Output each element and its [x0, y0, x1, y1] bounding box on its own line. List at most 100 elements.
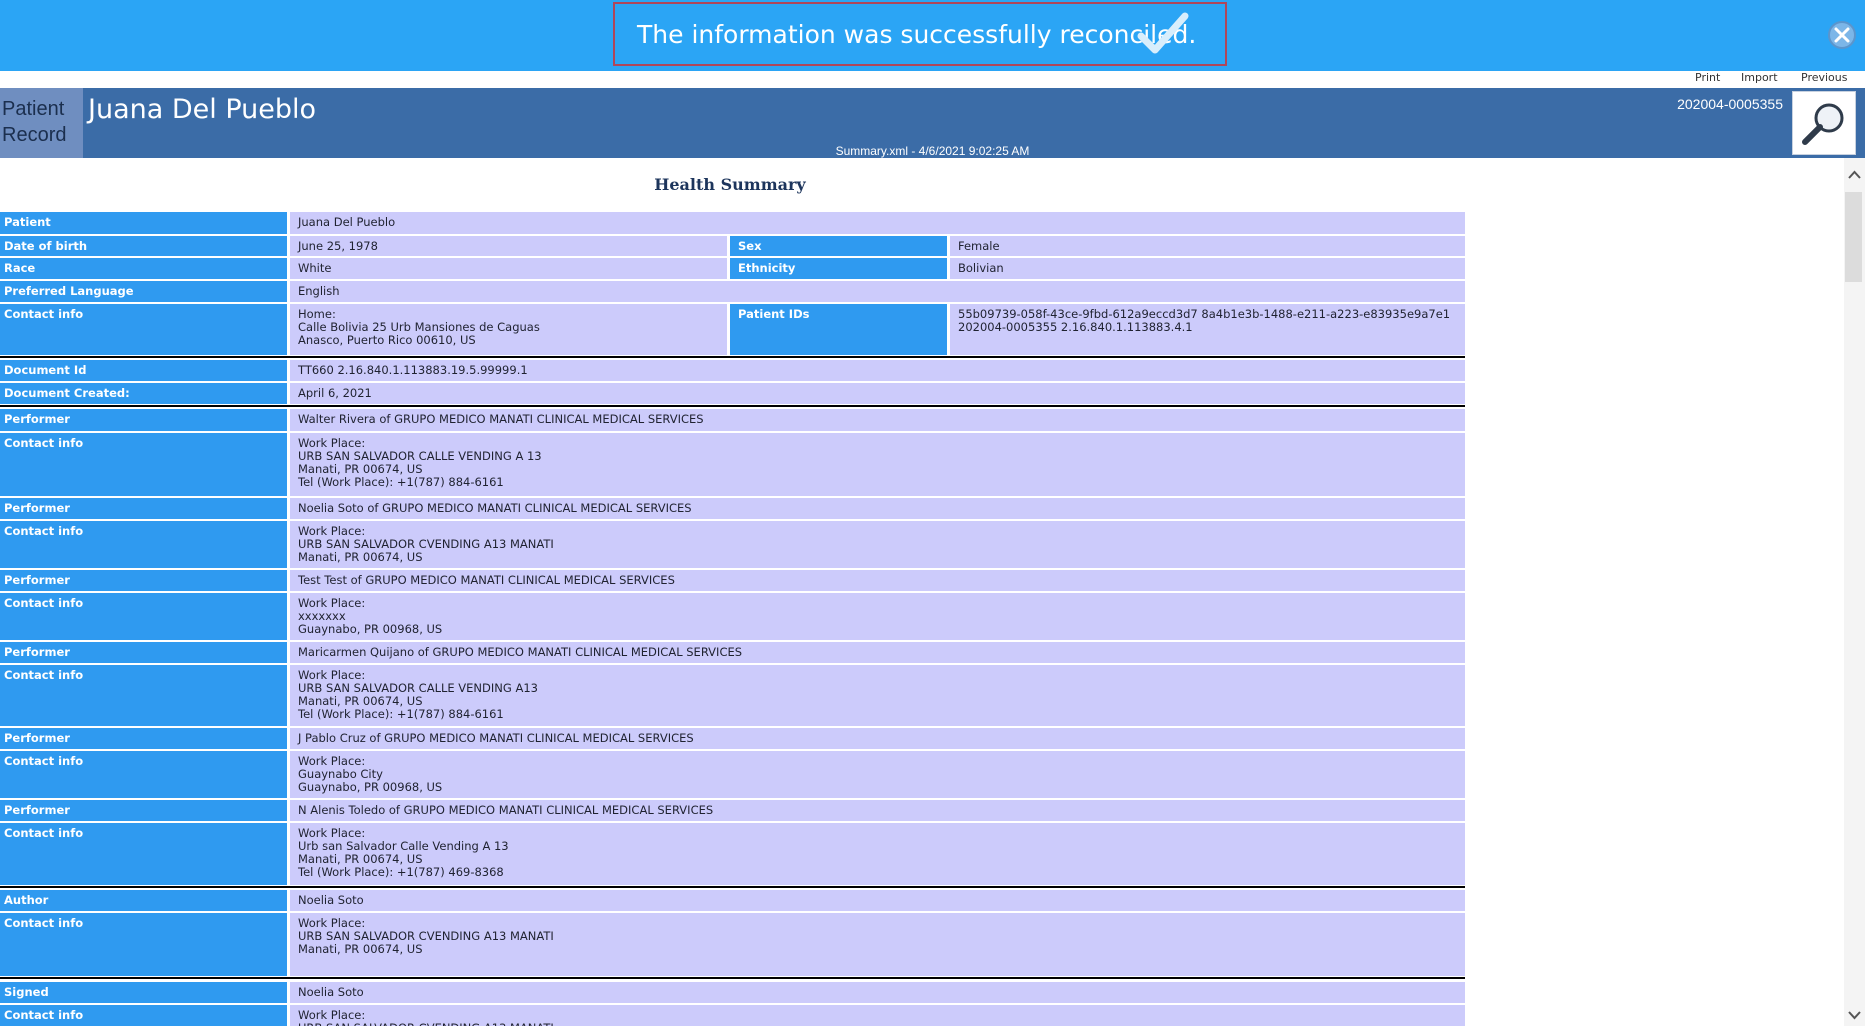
notification-message: The information was successfully reconci…: [637, 20, 1197, 49]
field-value: Work Place: URB SAN SALVADOR CALLE VENDI…: [290, 433, 1465, 496]
table-row: Contact info Home: Calle Bolivia 25 Urb …: [0, 304, 1465, 355]
field-value: Work Place: URB SAN SALVADOR CVENDING A1…: [290, 521, 1465, 568]
table-row: Date of birth June 25, 1978 Sex Female: [0, 236, 1465, 256]
table-row: Contact info Work Place: URB SAN SALVADO…: [0, 913, 1465, 976]
field-label: Contact info: [0, 1005, 287, 1026]
table-row: Performer Test Test of GRUPO MEDICO MANA…: [0, 570, 1465, 591]
patient-name: Juana Del Pueblo: [88, 94, 317, 125]
file-info: Summary.xml - 4/6/2021 9:02:25 AM: [835, 144, 1030, 158]
field-label: Author: [0, 890, 287, 911]
field-label: Performer: [0, 800, 287, 821]
table-row: Document Id TT660 2.16.840.1.113883.19.5…: [0, 360, 1465, 381]
field-label: Race: [0, 258, 287, 279]
table-row: Patient Juana Del Pueblo: [0, 212, 1465, 234]
field-label: Date of birth: [0, 236, 287, 256]
table-row: Performer Noelia Soto of GRUPO MEDICO MA…: [0, 498, 1465, 519]
field-value: Bolivian: [950, 258, 1465, 279]
table-row: Contact info Work Place: URB SAN SALVADO…: [0, 433, 1465, 496]
field-value: Noelia Soto of GRUPO MEDICO MANATI CLINI…: [290, 498, 1465, 519]
previous-button[interactable]: Previous: [1801, 71, 1848, 84]
field-label: Contact info: [0, 913, 287, 976]
table-row: Contact info Work Place: Guaynabo City G…: [0, 751, 1465, 798]
scroll-down-icon[interactable]: [1844, 1008, 1865, 1022]
field-value: Home: Calle Bolivia 25 Urb Mansiones de …: [290, 304, 727, 355]
section-divider: [0, 886, 1465, 888]
table-row: Contact info Work Place: Urb san Salvado…: [0, 823, 1465, 885]
field-value: 55b09739-058f-43ce-9fbd-612a9eccd3d7 8a4…: [950, 304, 1465, 355]
field-label: Patient IDs: [730, 304, 947, 355]
field-value: Work Place: Guaynabo City Guaynabo, PR 0…: [290, 751, 1465, 798]
table-row: Race White Ethnicity Bolivian: [0, 258, 1465, 279]
field-value: Walter Rivera of GRUPO MEDICO MANATI CLI…: [290, 409, 1465, 431]
scrollbar-thumb[interactable]: [1845, 192, 1862, 282]
field-label: Performer: [0, 728, 287, 749]
field-label: Contact info: [0, 665, 287, 726]
field-value: Work Place: Urb san Salvador Calle Vendi…: [290, 823, 1465, 885]
field-value: Juana Del Pueblo: [290, 212, 1465, 234]
section-divider: [0, 405, 1465, 407]
field-label: Document Id: [0, 360, 287, 381]
table-row: Contact info Work Place: xxxxxxx Guaynab…: [0, 593, 1465, 640]
field-value: June 25, 1978: [290, 236, 727, 256]
field-label: Performer: [0, 498, 287, 519]
table-row: Document Created: April 6, 2021: [0, 383, 1465, 404]
table-row: Contact info Work Place: URB SAN SALVADO…: [0, 521, 1465, 568]
field-value: Noelia Soto: [290, 982, 1465, 1003]
field-value: White: [290, 258, 727, 279]
table-row: Preferred Language English: [0, 281, 1465, 302]
field-label: Contact info: [0, 751, 287, 798]
summary-title: Health Summary: [654, 175, 806, 194]
field-label: Contact info: [0, 593, 287, 640]
health-summary-document: Health Summary Patient Juana Del Pueblo …: [0, 158, 1844, 1026]
field-value: J Pablo Cruz of GRUPO MEDICO MANATI CLIN…: [290, 728, 1465, 749]
patient-record-header: Patient Record Juana Del Pueblo Summary.…: [0, 88, 1865, 158]
field-label: Ethnicity: [730, 258, 947, 279]
field-value: April 6, 2021: [290, 383, 1465, 404]
table-row: Performer J Pablo Cruz of GRUPO MEDICO M…: [0, 728, 1465, 749]
field-label: Preferred Language: [0, 281, 287, 302]
scroll-up-icon[interactable]: [1844, 168, 1865, 182]
table-row: Author Noelia Soto: [0, 890, 1465, 911]
field-label: Signed: [0, 982, 287, 1003]
field-value: N Alenis Toledo of GRUPO MEDICO MANATI C…: [290, 800, 1465, 821]
field-label: Contact info: [0, 823, 287, 885]
field-value: Female: [950, 236, 1465, 256]
field-label: Contact info: [0, 433, 287, 496]
field-value: Test Test of GRUPO MEDICO MANATI CLINICA…: [290, 570, 1465, 591]
table-row: Performer N Alenis Toledo of GRUPO MEDIC…: [0, 800, 1465, 821]
field-value: Noelia Soto: [290, 890, 1465, 911]
field-label: Performer: [0, 409, 287, 431]
table-row: Performer Walter Rivera of GRUPO MEDICO …: [0, 409, 1465, 431]
search-icon: [1802, 103, 1844, 145]
field-value: Work Place: URB SAN SALVADOR CVENDING A1…: [290, 913, 1465, 976]
search-button[interactable]: [1792, 91, 1856, 155]
field-label: Contact info: [0, 521, 287, 568]
field-label: Contact info: [0, 304, 287, 355]
field-label: Sex: [730, 236, 947, 256]
field-value: TT660 2.16.840.1.113883.19.5.99999.1: [290, 360, 1465, 381]
notification-banner: The information was successfully reconci…: [0, 0, 1865, 71]
vertical-scrollbar[interactable]: [1844, 158, 1865, 1026]
checkmark-icon: [1137, 12, 1189, 54]
section-divider: [0, 977, 1465, 979]
field-label: Document Created:: [0, 383, 287, 404]
field-value: Maricarmen Quijano of GRUPO MEDICO MANAT…: [290, 642, 1465, 663]
table-row: Contact info Work Place: URB SAN SALVADO…: [0, 665, 1465, 726]
field-value: Work Place: xxxxxxx Guaynabo, PR 00968, …: [290, 593, 1465, 640]
section-divider: [0, 356, 1465, 358]
close-icon[interactable]: [1826, 19, 1858, 51]
table-row: Contact info Work Place: URB SAN SALVADO…: [0, 1005, 1465, 1026]
import-button[interactable]: Import: [1741, 71, 1778, 84]
field-value: English: [290, 281, 1465, 302]
table-row: Performer Maricarmen Quijano of GRUPO ME…: [0, 642, 1465, 663]
field-value: Work Place: URB SAN SALVADOR CVENDING A1…: [290, 1005, 1465, 1026]
field-value: Work Place: URB SAN SALVADOR CALLE VENDI…: [290, 665, 1465, 726]
record-id: 202004-0005355: [1677, 96, 1783, 112]
print-button[interactable]: Print: [1695, 71, 1720, 84]
field-label: Patient: [0, 212, 287, 234]
field-label: Performer: [0, 642, 287, 663]
notification-message-box: The information was successfully reconci…: [613, 2, 1227, 66]
patient-record-label-line1: Patient: [2, 98, 65, 120]
field-label: Performer: [0, 570, 287, 591]
table-row: Signed Noelia Soto: [0, 982, 1465, 1003]
